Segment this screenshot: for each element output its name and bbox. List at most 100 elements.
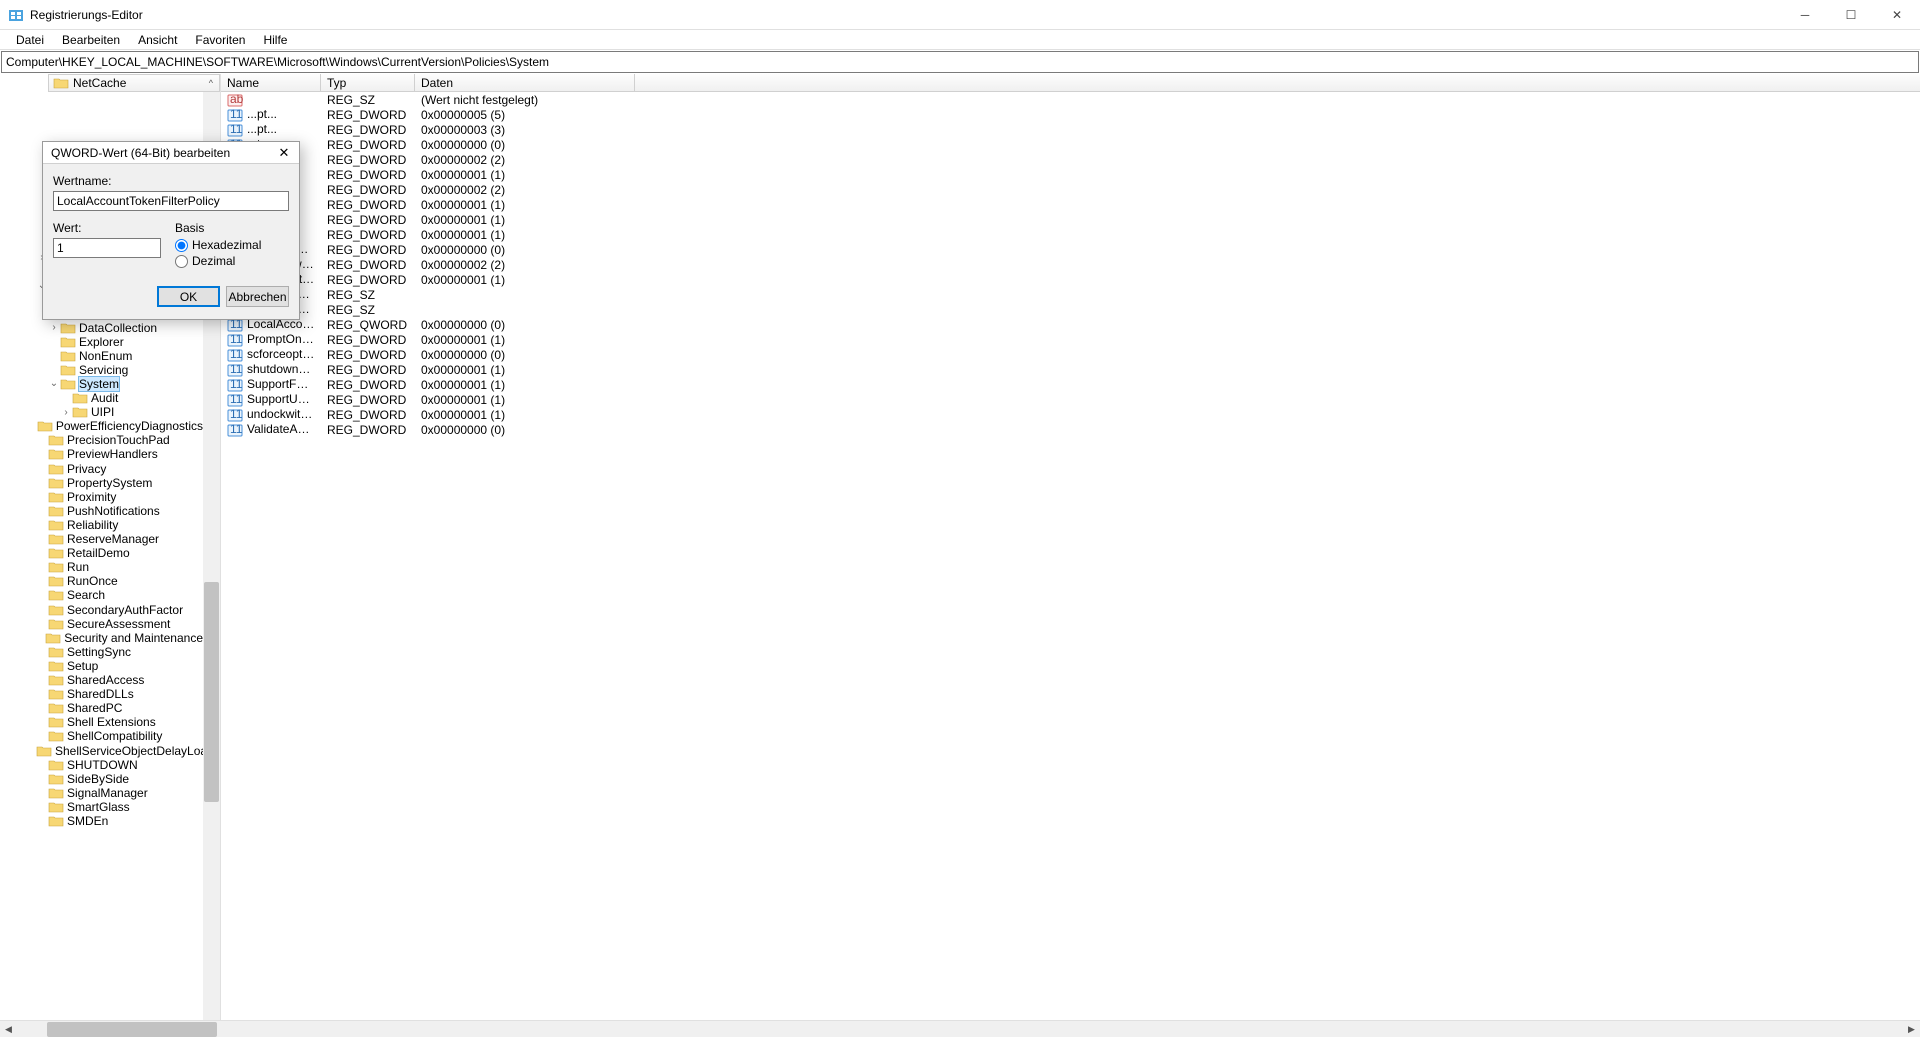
tree-item[interactable]: Run [0,560,203,574]
col-name[interactable]: Name [221,74,321,91]
value-row[interactable]: scforceoptionREG_DWORD0x00000000 (0) [221,347,1920,362]
col-data[interactable]: Daten [415,74,635,91]
value-name-label: Wertname: [53,174,289,188]
col-type[interactable]: Typ [321,74,415,91]
ok-button[interactable]: OK [157,286,220,307]
tree-item[interactable]: SecureAssessment [0,617,203,631]
tree-item[interactable]: NonEnum [0,349,203,363]
value-row[interactable]: ...pt...REG_DWORD0x00000003 (3) [221,122,1920,137]
menu-ansicht[interactable]: Ansicht [130,31,185,49]
value-name-cell [221,92,321,107]
value-row[interactable]: ...JI...REG_DWORD0x00000001 (1) [221,227,1920,242]
menu-datei[interactable]: Datei [8,31,52,49]
expand-icon[interactable]: › [48,322,60,333]
tree-item[interactable]: ›DataCollection [0,321,203,335]
radio-hex-input[interactable] [175,239,188,252]
tree-item[interactable]: ShellCompatibility [0,729,203,743]
tree-item[interactable]: Security and Maintenance [0,631,203,645]
tree-item[interactable]: ReserveManager [0,532,203,546]
menu-favoriten[interactable]: Favoriten [187,31,253,49]
value-row[interactable]: legalnoticetextREG_SZ [221,302,1920,317]
tree-item[interactable]: SharedDLLs [0,687,203,701]
tree-item[interactable]: Servicing [0,363,203,377]
value-row[interactable]: EnableUIADeskt...REG_DWORD0x00000000 (0) [221,242,1920,257]
value-data-cell: 0x00000000 (0) [415,348,635,362]
scroll-left-button[interactable]: ◀ [0,1021,17,1038]
value-row[interactable]: PromptOnSecur...REG_DWORD0x00000001 (1) [221,332,1920,347]
scroll-right-button[interactable]: ▶ [1903,1021,1920,1038]
tree-item[interactable]: PrecisionTouchPad [0,433,203,447]
collapse-icon[interactable]: ⌄ [48,378,60,389]
expand-icon[interactable]: › [60,407,72,418]
value-type-cell: REG_DWORD [321,153,415,167]
tree-item[interactable]: RetailDemo [0,546,203,560]
dialog-close-button[interactable]: ✕ [269,142,299,164]
tree-item[interactable]: SettingSync [0,645,203,659]
tree-item[interactable]: Shell Extensions [0,715,203,729]
tree-item[interactable]: Explorer [0,335,203,349]
tree-item[interactable]: Setup [0,659,203,673]
tree-item[interactable]: ›UIPI [0,405,203,419]
value-name-input[interactable] [53,191,289,211]
cancel-button[interactable]: Abbrechen [226,286,289,307]
radio-hex[interactable]: Hexadezimal [175,238,261,252]
value-row[interactable]: ...tS...REG_DWORD0x00000002 (2) [221,182,1920,197]
value-row[interactable]: LocalAccountTo...REG_QWORD0x00000000 (0) [221,317,1920,332]
tree-item[interactable]: PushNotifications [0,504,203,518]
tree-item[interactable]: SideBySide [0,772,203,786]
tree-item[interactable]: ⌄System [0,377,203,391]
tree-item-label: Proximity [67,490,116,504]
tree-header[interactable]: NetCache ^ [48,74,220,92]
value-data-input[interactable] [53,238,161,258]
radio-dec[interactable]: Dezimal [175,254,261,268]
tree-item[interactable]: PropertySystem [0,476,203,490]
tree-item[interactable]: Proximity [0,490,203,504]
tree-item[interactable]: SignalManager [0,786,203,800]
radio-dec-input[interactable] [175,255,188,268]
value-row[interactable]: EnableUwpStart...REG_DWORD0x00000002 (2) [221,257,1920,272]
value-row[interactable]: ...u...REG_DWORD0x00000001 (1) [221,167,1920,182]
tree-item-label: Servicing [79,363,128,377]
tree-item[interactable]: ShellServiceObjectDelayLoad [0,744,203,758]
tree-item[interactable]: SHUTDOWN [0,758,203,772]
value-row[interactable]: REG_DWORD0x00000001 (1) [221,212,1920,227]
dialog-titlebar[interactable]: QWORD-Wert (64-Bit) bearbeiten ✕ [43,142,299,164]
value-row[interactable]: ValidateAdminC...REG_DWORD0x00000000 (0) [221,422,1920,437]
folder-icon [36,744,52,758]
tree-item[interactable]: PreviewHandlers [0,447,203,461]
maximize-button[interactable]: ☐ [1828,0,1874,30]
menu-bearbeiten[interactable]: Bearbeiten [54,31,128,49]
tree-header-label: NetCache [73,76,126,90]
tree-item[interactable]: SmartGlass [0,800,203,814]
tree-item[interactable]: Search [0,588,203,602]
value-row[interactable]: legalnoticecapti...REG_SZ [221,287,1920,302]
value-row[interactable]: EnableVirtualizat...REG_DWORD0x00000001 … [221,272,1920,287]
minimize-button[interactable]: ─ [1782,0,1828,30]
value-row[interactable]: undockwithoutl...REG_DWORD0x00000001 (1) [221,407,1920,422]
value-row[interactable]: ...pt...REG_DWORD0x00000005 (5) [221,107,1920,122]
value-row[interactable]: ...D...REG_DWORD0x00000001 (1) [221,197,1920,212]
tree-item[interactable]: SharedPC [0,701,203,715]
tree-item[interactable]: SMDEn [0,814,203,828]
folder-icon [60,349,76,363]
value-row[interactable]: SupportUwpStar...REG_DWORD0x00000001 (1) [221,392,1920,407]
tree-item-label: Search [67,588,105,602]
tree-item[interactable]: SharedAccess [0,673,203,687]
tree-item[interactable]: SecondaryAuthFactor [0,603,203,617]
close-button[interactable]: ✕ [1874,0,1920,30]
tree-item[interactable]: RunOnce [0,574,203,588]
value-data-cell: 0x00000002 (2) [415,183,635,197]
value-row[interactable]: shutdownwitho...REG_DWORD0x00000001 (1) [221,362,1920,377]
horizontal-scrollbar[interactable]: ◀ ▶ [0,1020,1920,1037]
value-row[interactable]: REG_SZ(Wert nicht festgelegt) [221,92,1920,107]
folder-icon [48,701,64,715]
tree-item[interactable]: PowerEfficiencyDiagnostics [0,419,203,433]
value-row[interactable]: ...tu...REG_DWORD0x00000000 (0) [221,137,1920,152]
address-input[interactable] [2,53,1918,71]
tree-item[interactable]: Reliability [0,518,203,532]
value-row[interactable]: SupportFullTrust...REG_DWORD0x00000001 (… [221,377,1920,392]
menu-hilfe[interactable]: Hilfe [255,31,295,49]
tree-item[interactable]: Privacy [0,462,203,476]
tree-item[interactable]: Audit [0,391,203,405]
value-row[interactable]: ...on...REG_DWORD0x00000002 (2) [221,152,1920,167]
